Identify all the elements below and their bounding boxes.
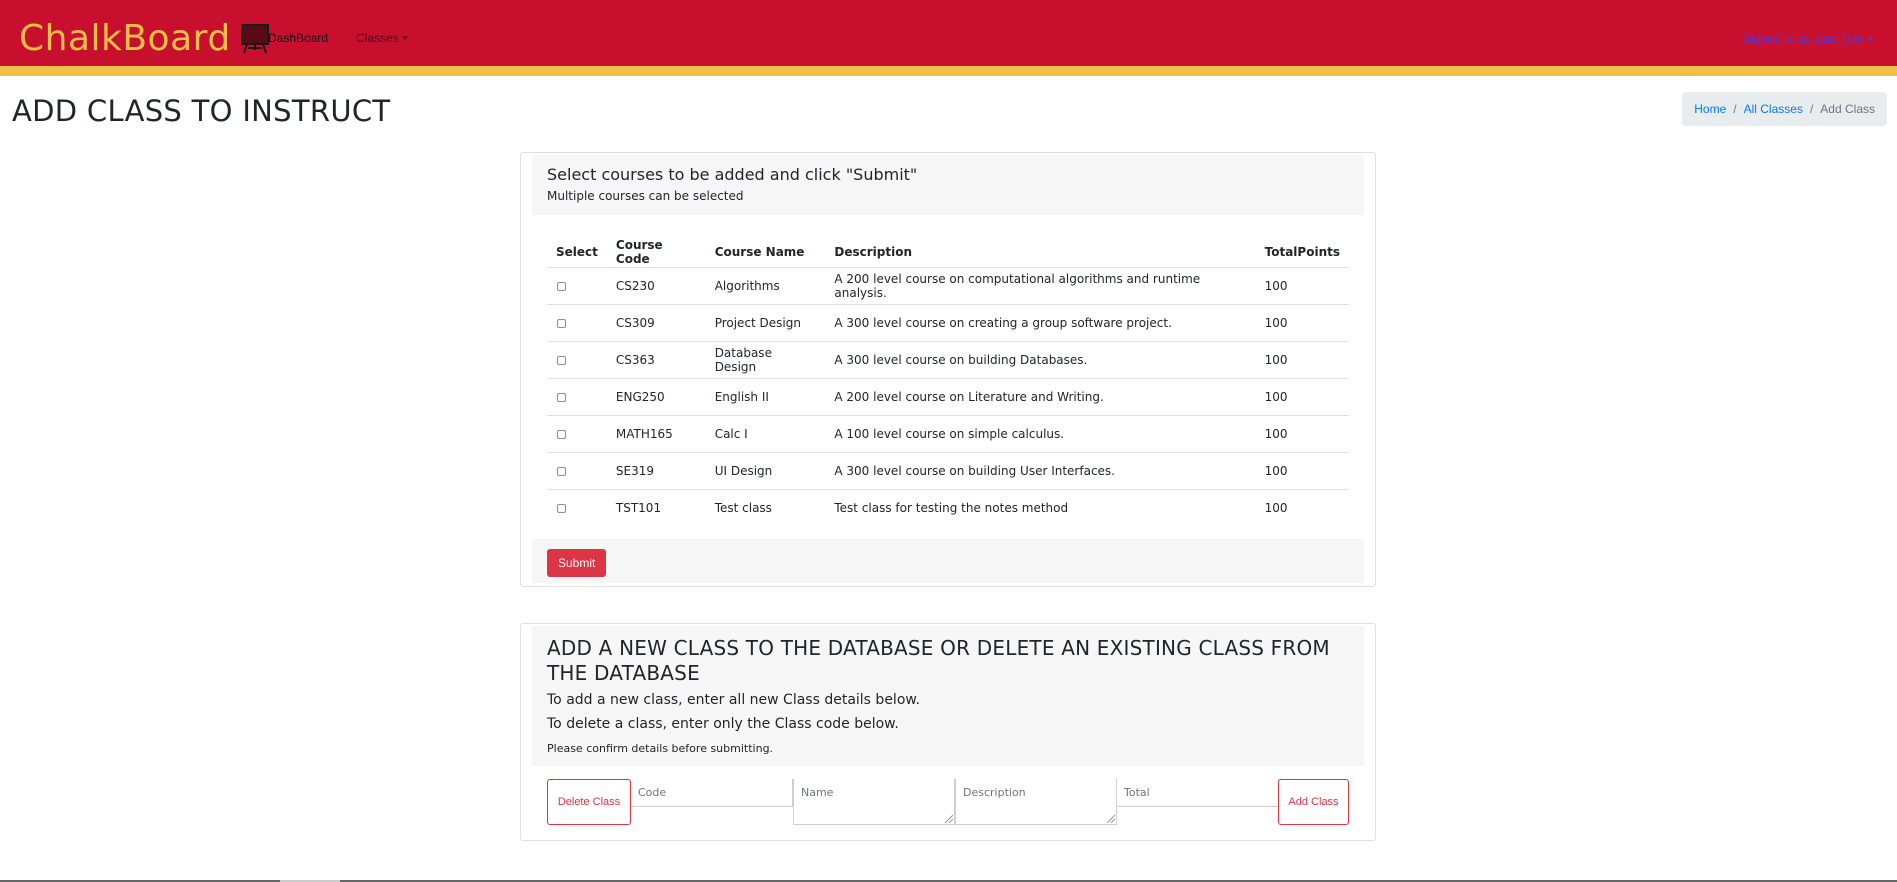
- navbar: ChalkBoard DashBoard Classes Signed in a…: [0, 0, 1897, 76]
- nav-classes-label: Classes: [356, 31, 399, 45]
- table-row: ENG250 English II A 200 level course on …: [547, 377, 1349, 415]
- name-placeholder: Name: [801, 786, 834, 799]
- resize-handle-icon[interactable]: [945, 815, 953, 823]
- manage-class-title: ADD A NEW CLASS TO THE DATABASE OR DELET…: [547, 636, 1330, 685]
- column-header-course-name: Course Name: [705, 237, 826, 268]
- select-checkbox[interactable]: [557, 355, 566, 365]
- breadcrumb: Home / All Classes / Add Class: [1682, 92, 1887, 126]
- course-name-cell: Calc I: [705, 414, 826, 452]
- column-header-description: Description: [825, 237, 1256, 268]
- select-checkbox[interactable]: [557, 503, 566, 513]
- points-cell: 100: [1255, 377, 1349, 415]
- description-cell: A 300 level course on creating a group s…: [825, 303, 1256, 341]
- table-header-row: Select Course Code Course Name Descripti…: [547, 237, 1349, 268]
- select-checkbox[interactable]: [557, 318, 566, 328]
- description-cell: A 300 level course on building Databases…: [825, 340, 1256, 378]
- chevron-down-icon: [1867, 37, 1873, 41]
- select-courses-header: Select courses to be added and click "Su…: [532, 155, 1364, 215]
- name-textarea[interactable]: Name: [793, 779, 955, 825]
- description-placeholder: Description: [963, 786, 1026, 799]
- delete-instructions: To delete a class, enter only the Class …: [547, 716, 899, 732]
- table-row: MATH165 Calc I A 100 level course on sim…: [547, 414, 1349, 452]
- confirm-note: Please confirm details before submitting…: [547, 742, 774, 755]
- description-cell: A 200 level course on computational algo…: [834, 271, 1201, 300]
- points-cell: 100: [1255, 451, 1349, 489]
- nav-dashboard[interactable]: DashBoard: [268, 31, 328, 45]
- user-menu[interactable]: Signed in as Jane Doe: [1743, 32, 1873, 46]
- table-row: SE319 UI Design A 300 level course on bu…: [547, 451, 1349, 489]
- points-cell: 100: [1255, 488, 1349, 526]
- description-cell: A 300 level course on building User Inte…: [825, 451, 1256, 489]
- course-code-cell: MATH165: [606, 414, 706, 452]
- breadcrumb-separator: /: [1809, 102, 1814, 116]
- breadcrumb-home[interactable]: Home: [1694, 102, 1726, 116]
- manage-class-card: ADD A NEW CLASS TO THE DATABASE OR DELET…: [520, 623, 1376, 841]
- course-code-cell: SE319: [606, 451, 706, 489]
- course-code-cell: CS309: [606, 303, 706, 341]
- breadcrumb-separator: /: [1733, 102, 1737, 116]
- table-row: CS230 Algorithms A 200 level course on c…: [547, 267, 1349, 304]
- table-row: CS309 Project Design A 300 level course …: [547, 303, 1349, 341]
- course-name-cell: UI Design: [705, 451, 826, 489]
- course-code-cell: CS230: [615, 278, 655, 293]
- add-instructions: To add a new class, enter all new Class …: [547, 692, 920, 708]
- points-cell: 100: [1255, 340, 1349, 378]
- chevron-down-icon: [401, 36, 408, 40]
- description-cell: A 200 level course on Literature and Wri…: [825, 377, 1256, 415]
- brand-name[interactable]: ChalkBoard: [19, 18, 231, 59]
- submit-button[interactable]: Submit: [547, 549, 607, 577]
- user-menu-label: Signed in as Jane Doe: [1743, 32, 1864, 46]
- resize-handle-icon[interactable]: [1107, 815, 1115, 823]
- nav-classes-dropdown[interactable]: Classes: [356, 31, 408, 45]
- course-name-cell: Database Design: [705, 340, 826, 378]
- description-cell: A 100 level course on simple calculus.: [825, 414, 1256, 452]
- points-cell: 100: [1255, 414, 1349, 452]
- select-checkbox[interactable]: [557, 392, 566, 402]
- select-checkbox[interactable]: [557, 466, 566, 476]
- breadcrumb-current: Add Class: [1820, 102, 1875, 116]
- table-row: TST101 Test class Test class for testing…: [547, 488, 1349, 526]
- column-header-select: Select: [547, 237, 607, 268]
- select-courses-title: Select courses to be added and click "Su…: [547, 165, 918, 184]
- course-name-cell: Project Design: [705, 303, 826, 341]
- manage-class-header: ADD A NEW CLASS TO THE DATABASE OR DELET…: [532, 626, 1364, 766]
- select-courses-subtitle: Multiple courses can be selected: [547, 189, 744, 203]
- select-checkbox[interactable]: [557, 281, 566, 291]
- course-code-cell: TST101: [606, 488, 706, 526]
- course-name-cell: English II: [705, 377, 826, 415]
- course-code-cell: CS363: [606, 340, 706, 378]
- points-cell: 100: [1264, 278, 1288, 293]
- add-class-button[interactable]: Add Class: [1278, 779, 1349, 825]
- brand-logo[interactable]: ChalkBoard: [19, 18, 269, 59]
- points-cell: 100: [1255, 303, 1349, 341]
- breadcrumb-all-classes[interactable]: All Classes: [1744, 102, 1803, 116]
- description-cell: Test class for testing the notes method: [825, 488, 1256, 526]
- code-input[interactable]: Code: [631, 779, 793, 807]
- select-courses-footer: Submit: [532, 539, 1364, 583]
- course-name-cell: Test class: [705, 488, 826, 526]
- column-header-total-points: TotalPoints: [1255, 237, 1349, 268]
- select-courses-card: Select courses to be added and click "Su…: [520, 152, 1376, 587]
- course-name-cell: Algorithms: [714, 278, 780, 293]
- total-input[interactable]: Total: [1117, 779, 1279, 807]
- delete-class-button[interactable]: Delete Class: [547, 779, 631, 825]
- chalkboard-icon: [240, 23, 269, 53]
- page-title: ADD CLASS TO INSTRUCT: [12, 94, 391, 128]
- manage-class-form: Delete Class Code Name Description Total…: [547, 779, 1349, 825]
- column-header-course-code: Course Code: [606, 237, 706, 268]
- table-row: CS363 Database Design A 300 level course…: [547, 340, 1349, 378]
- courses-table: Select Course Code Course Name Descripti…: [547, 237, 1349, 526]
- course-code-cell: ENG250: [606, 377, 706, 415]
- description-textarea[interactable]: Description: [955, 779, 1117, 825]
- select-checkbox[interactable]: [557, 429, 566, 439]
